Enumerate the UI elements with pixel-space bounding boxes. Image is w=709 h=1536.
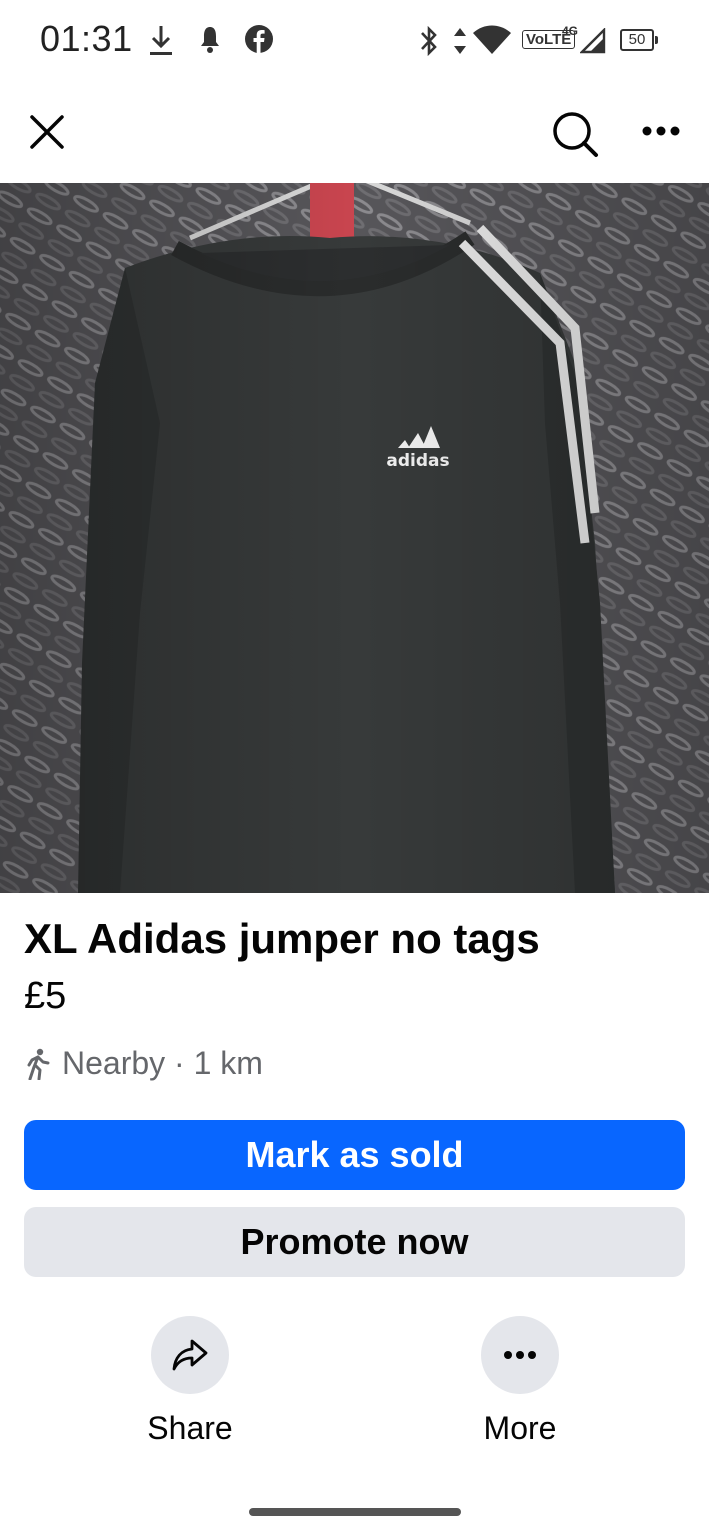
search-icon[interactable] [551,110,599,158]
mark-as-sold-button[interactable]: Mark as sold [24,1120,685,1190]
home-indicator[interactable] [249,1508,461,1516]
more-icon[interactable] [641,125,681,137]
signal-icon [580,28,606,54]
status-time: 01:31 [40,18,133,59]
network-type: 4G [562,24,579,38]
more-label: More [483,1410,557,1446]
more-dots-icon [504,1351,536,1359]
facebook-icon [245,25,273,53]
close-icon[interactable] [29,114,65,150]
more-circle [481,1316,559,1394]
walking-person-icon [27,1048,50,1080]
listing-price: £5 [24,975,67,1017]
listing-location: Nearby · 1 km [24,1045,263,1082]
more-button[interactable]: More [440,1316,600,1447]
listing-photo-image: adidas [0,183,709,893]
bluetooth-icon [421,25,437,57]
battery-icon: 50 [620,29,658,51]
share-label: Share [147,1410,233,1446]
share-button[interactable]: Share [110,1316,270,1447]
share-circle [151,1316,229,1394]
status-bar: 01:31 VoLTE 4G 50 [0,0,709,80]
download-icon [150,26,172,55]
notification-icon [201,27,219,53]
promote-now-button[interactable]: Promote now [24,1207,685,1277]
header-bar [0,80,709,183]
listing-title: XL Adidas jumper no tags [24,915,540,962]
data-arrows-icon [454,28,466,54]
location-text: Nearby · 1 km [62,1045,263,1081]
listing-photo[interactable]: adidas [0,183,709,893]
wifi-icon [473,25,511,54]
share-icon [172,1339,208,1371]
